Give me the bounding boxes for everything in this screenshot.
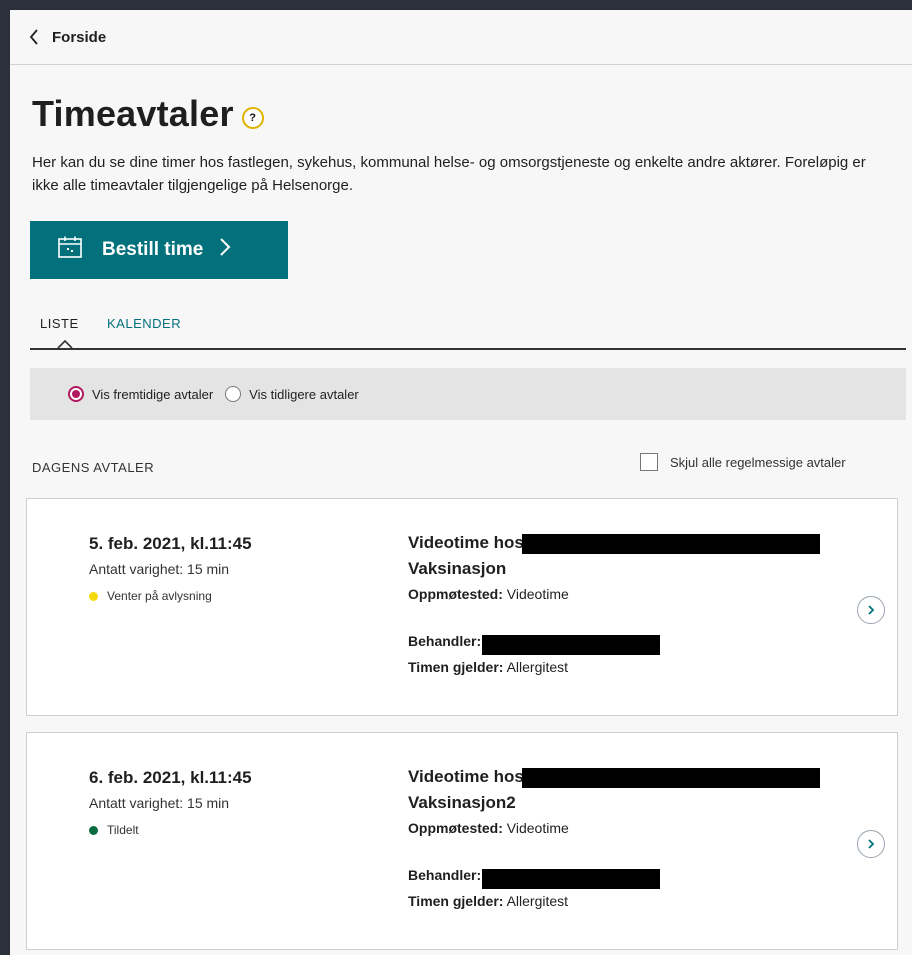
status-text: Tildelt xyxy=(107,823,139,837)
active-tab-indicator xyxy=(57,336,73,354)
hide-recurring-control[interactable]: Skjul alle regelmessige avtaler xyxy=(640,453,846,471)
redacted-provider xyxy=(522,768,820,788)
app-frame: Forside Timeavtaler ? Her kan du se dine… xyxy=(10,10,912,955)
calendar-icon xyxy=(58,236,82,264)
hide-recurring-checkbox[interactable] xyxy=(640,453,658,471)
appointment-card[interactable]: 5. feb. 2021, kl.11:45 Antatt varighet: … xyxy=(26,498,898,716)
place-label: Oppmøtested: xyxy=(408,586,503,602)
place-value: Videotime xyxy=(506,586,569,602)
radio-past-appointments[interactable] xyxy=(225,386,242,402)
chevron-right-icon xyxy=(219,237,231,263)
chevron-left-icon[interactable] xyxy=(28,29,40,45)
chevron-right-icon xyxy=(868,839,875,849)
appointment-date: 6. feb. 2021, kl.11:45 xyxy=(89,768,252,787)
title-row: Timeavtaler ? xyxy=(32,93,912,135)
concerns-value: Allergitest xyxy=(506,893,569,909)
radio-future-appointments[interactable] xyxy=(68,386,84,402)
view-tabs: LISTE KALENDER xyxy=(30,306,906,350)
tab-kalender[interactable]: KALENDER xyxy=(107,316,181,331)
page-title: Timeavtaler xyxy=(32,93,234,134)
appointment-concerns: Timen gjelder: Allergitest xyxy=(408,659,568,675)
redacted-handler xyxy=(482,869,660,889)
appointment-duration: Antatt varighet: 15 min xyxy=(89,561,230,577)
section-heading: DAGENS AVTALER xyxy=(32,460,155,475)
redacted-provider xyxy=(522,534,820,554)
chevron-right-icon xyxy=(868,605,875,615)
appointment-name: Vaksinasjon2 xyxy=(408,793,516,812)
redacted-handler xyxy=(482,635,660,655)
radio-future-label[interactable]: Vis fremtidige avtaler xyxy=(92,387,213,402)
status-dot xyxy=(89,591,98,601)
appointment-duration: Antatt varighet: 15 min xyxy=(89,795,230,811)
appointment-handler: Behandler: xyxy=(408,633,481,649)
appointment-place: Oppmøtested: Videotime xyxy=(408,586,569,602)
tab-liste[interactable]: LISTE xyxy=(40,316,79,331)
help-icon[interactable]: ? xyxy=(241,107,264,129)
appointment-place: Oppmøtested: Videotime xyxy=(408,820,569,836)
appointment-concerns: Timen gjelder: Allergitest xyxy=(408,893,568,909)
top-bar: Forside xyxy=(10,10,912,65)
open-appointment-button[interactable] xyxy=(857,830,885,858)
appointment-date: 5. feb. 2021, kl.11:45 xyxy=(89,534,252,553)
open-appointment-button[interactable] xyxy=(857,596,885,624)
handler-label: Behandler: xyxy=(408,867,482,883)
concerns-label: Timen gjelder: xyxy=(408,893,504,909)
appointment-type: Videotime hos xyxy=(408,767,524,786)
appointment-name: Vaksinasjon xyxy=(408,559,507,578)
status-dot xyxy=(89,825,98,835)
status-badge: Tildelt xyxy=(89,823,139,837)
appointment-handler: Behandler: xyxy=(408,867,481,883)
intro-text: Her kan du se dine timer hos fastlegen, … xyxy=(32,154,866,194)
book-appointment-button[interactable]: Bestill time xyxy=(30,221,288,279)
place-label: Oppmøtested: xyxy=(408,820,503,836)
time-filter-bar: Vis fremtidige avtaler Vis tidligere avt… xyxy=(30,368,906,420)
book-appointment-label: Bestill time xyxy=(102,239,204,260)
hide-recurring-label[interactable]: Skjul alle regelmessige avtaler xyxy=(670,455,846,470)
concerns-value: Allergitest xyxy=(506,659,569,675)
appointment-card[interactable]: 6. feb. 2021, kl.11:45 Antatt varighet: … xyxy=(26,732,898,950)
back-link[interactable]: Forside xyxy=(52,29,106,46)
radio-past-label[interactable]: Vis tidligere avtaler xyxy=(249,387,359,402)
status-text: Venter på avlysning xyxy=(107,589,212,603)
concerns-label: Timen gjelder: xyxy=(408,659,504,675)
handler-label: Behandler: xyxy=(408,633,482,649)
appointment-type: Videotime hos xyxy=(408,533,524,552)
status-badge: Venter på avlysning xyxy=(89,589,212,603)
place-value: Videotime xyxy=(506,820,569,836)
